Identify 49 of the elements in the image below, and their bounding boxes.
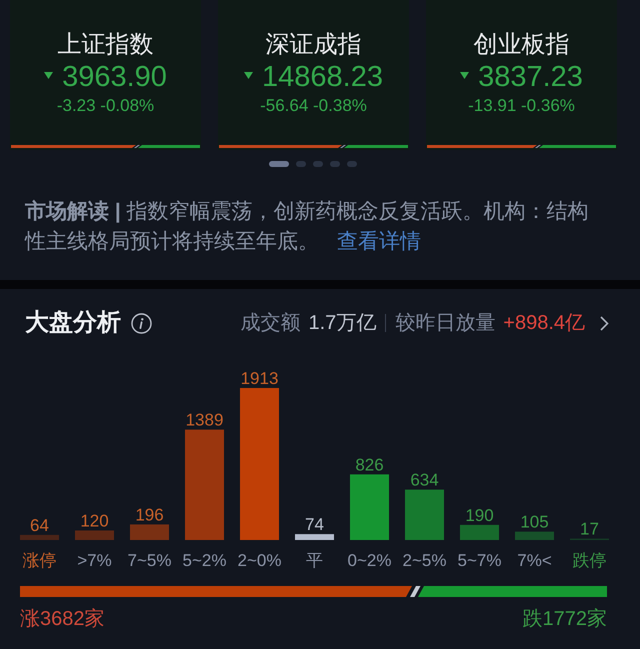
index-change: -3.23 -0.08% (56, 96, 154, 116)
bar-value-label: 826 (355, 455, 384, 474)
slash-icon (406, 586, 424, 597)
slash-icon (532, 145, 543, 148)
slash-icon (338, 145, 348, 148)
chevron-right-icon[interactable] (600, 316, 609, 330)
bar-value-label: 190 (465, 506, 494, 525)
index-card[interactable]: 深证成指 14868.23 -56.64 -0.38% (218, 0, 409, 150)
index-value: 3837.23 (478, 61, 583, 93)
details-link[interactable]: 查看详情 (337, 230, 421, 253)
index-change: -56.64 -0.38% (260, 96, 367, 116)
turnover-value: 1.7万亿 (308, 311, 376, 336)
category-label: >7% (77, 551, 112, 570)
volume-change-label: 较昨日放量 (395, 311, 496, 336)
section-title: 大盘分析 (25, 308, 121, 338)
bar-value-label: 74 (305, 515, 324, 534)
index-change: -13.91 -0.36% (468, 96, 575, 116)
category-label: 5~7% (458, 551, 502, 570)
bar-value-label: 120 (80, 511, 109, 530)
turnover-label: 成交额 (240, 311, 300, 336)
category-label: 平 (306, 551, 323, 570)
volume-change-value: +898.4亿 (503, 311, 585, 336)
category-label: 7%< (517, 551, 552, 570)
slash-icon (132, 145, 142, 148)
category-label: 跌停 (572, 551, 606, 570)
index-value: 14868.23 (262, 61, 383, 93)
market-commentary-text: 市场解读 | 指数窄幅震荡，创新药概念反复活跃。机构：结构性主线格局预计将持续至年底。 查看详情 (25, 198, 590, 255)
bar-value-label: 1389 (186, 410, 224, 430)
bar-value-label: 1913 (240, 369, 278, 388)
category-label: 涨停 (22, 551, 56, 570)
falling-count: 跌1772家 (522, 607, 607, 631)
info-icon[interactable] (131, 312, 152, 334)
index-name: 创业板指 (474, 33, 570, 57)
category-label: 2~5% (402, 551, 446, 570)
bar-value-label: 17 (580, 520, 599, 539)
index-value: 3963.90 (62, 61, 167, 93)
index-card[interactable]: 创业板指 3837.23 -13.91 -0.36% (426, 0, 617, 150)
bar-value-label: 196 (135, 505, 164, 524)
bar-value-label: 634 (410, 470, 439, 490)
bar-value-label: 105 (520, 512, 549, 532)
category-label: 0~2% (348, 551, 392, 570)
bar-value-label: 64 (30, 516, 49, 535)
category-label: 5~2% (182, 551, 226, 570)
category-label: 7~5% (128, 551, 172, 570)
category-label: 2~0% (238, 551, 282, 570)
index-name: 深证成指 (266, 33, 362, 57)
index-card[interactable]: 上证指数 3963.90 -3.23 -0.08% (10, 0, 201, 150)
index-name: 上证指数 (58, 33, 154, 57)
rising-count: 涨3682家 (20, 607, 104, 631)
